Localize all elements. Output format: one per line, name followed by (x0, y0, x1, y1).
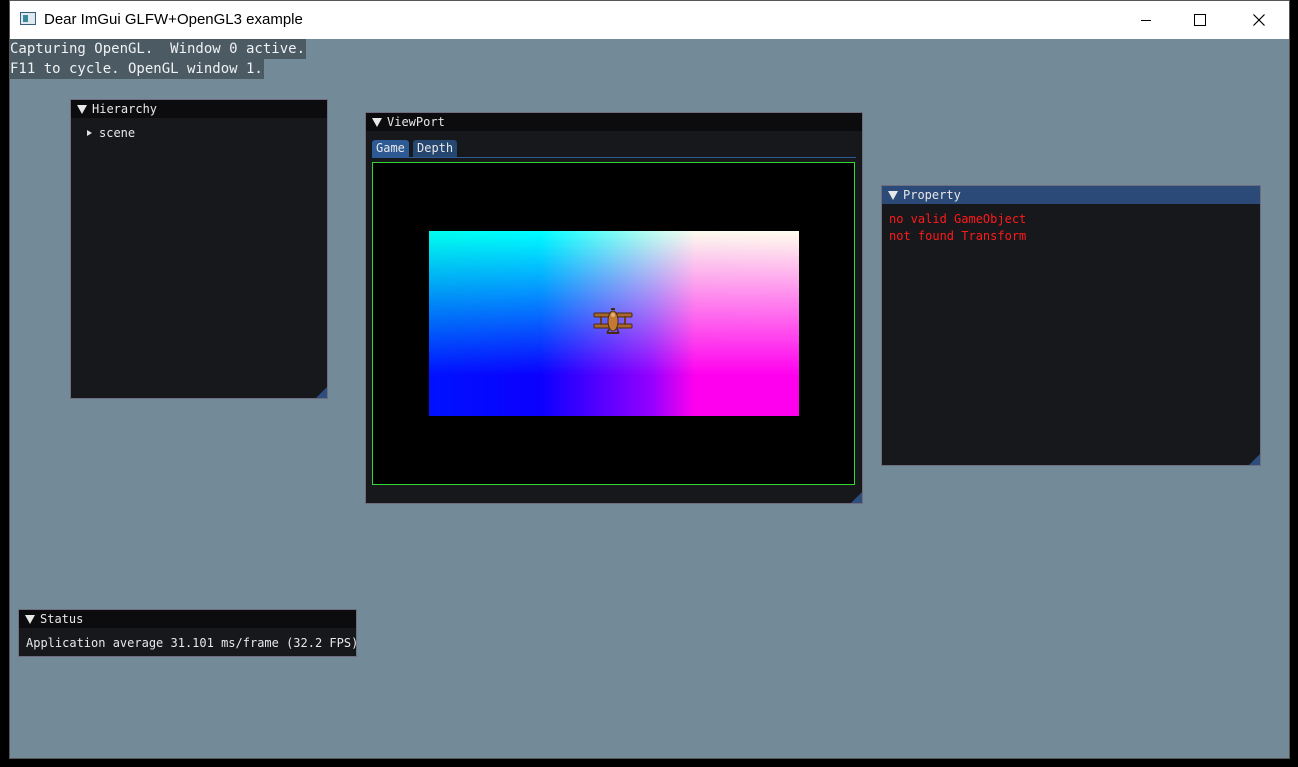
tab-underline (372, 157, 856, 158)
collapse-triangle-icon[interactable] (888, 191, 898, 200)
hierarchy-titlebar[interactable]: Hierarchy (71, 100, 327, 118)
status-title: Status (40, 612, 84, 626)
window-title: Dear ImGui GLFW+OpenGL3 example (44, 11, 303, 28)
minimize-icon (1140, 14, 1152, 26)
capture-hint-line: F11 to cycle. OpenGL window 1. (10, 59, 264, 79)
hierarchy-title: Hierarchy (92, 102, 158, 116)
maximize-icon (1194, 14, 1206, 26)
fps-readout: Application average 31.101 ms/frame (32.… (26, 636, 359, 650)
collapse-triangle-icon[interactable] (77, 105, 87, 114)
capture-status-line: Capturing OpenGL. Window 0 active. (10, 39, 307, 59)
tree-node-scene[interactable]: scene (85, 126, 285, 142)
app-window: Dear ImGui GLFW+OpenGL3 example Capturin… (9, 0, 1290, 759)
viewport-panel[interactable]: ViewPort Game Depth (365, 112, 863, 504)
app-icon (20, 12, 36, 25)
property-titlebar[interactable]: Property (882, 186, 1260, 204)
tree-node-label: scene (99, 126, 136, 140)
resize-grip-icon[interactable] (1249, 454, 1260, 465)
minimize-button[interactable] (1117, 1, 1175, 39)
maximize-button[interactable] (1171, 1, 1229, 39)
biplane-sprite (592, 307, 634, 337)
viewport-titlebar[interactable]: ViewPort (366, 113, 862, 131)
resize-grip-icon[interactable] (851, 492, 862, 503)
status-titlebar[interactable]: Status (19, 610, 356, 628)
window-titlebar[interactable]: Dear ImGui GLFW+OpenGL3 example (10, 1, 1289, 39)
resize-grip-icon[interactable] (316, 387, 327, 398)
close-button[interactable] (1230, 1, 1288, 39)
tab-game[interactable]: Game (372, 140, 409, 157)
collapse-triangle-icon[interactable] (372, 118, 382, 127)
property-error-transform: not found Transform (889, 229, 1027, 243)
status-panel[interactable]: Status Application average 31.101 ms/fra… (18, 609, 359, 657)
collapse-triangle-icon[interactable] (25, 615, 35, 624)
tab-depth[interactable]: Depth (413, 140, 457, 157)
property-error-gameobject: no valid GameObject (889, 212, 1027, 226)
hierarchy-panel[interactable]: Hierarchy scene (70, 99, 328, 399)
tree-expand-arrow-icon[interactable] (87, 130, 92, 136)
property-title: Property (903, 188, 961, 202)
game-render-view[interactable] (372, 162, 855, 485)
property-panel[interactable]: Property no valid GameObject not found T… (881, 185, 1261, 466)
viewport-title: ViewPort (387, 115, 445, 129)
close-icon (1253, 14, 1265, 26)
